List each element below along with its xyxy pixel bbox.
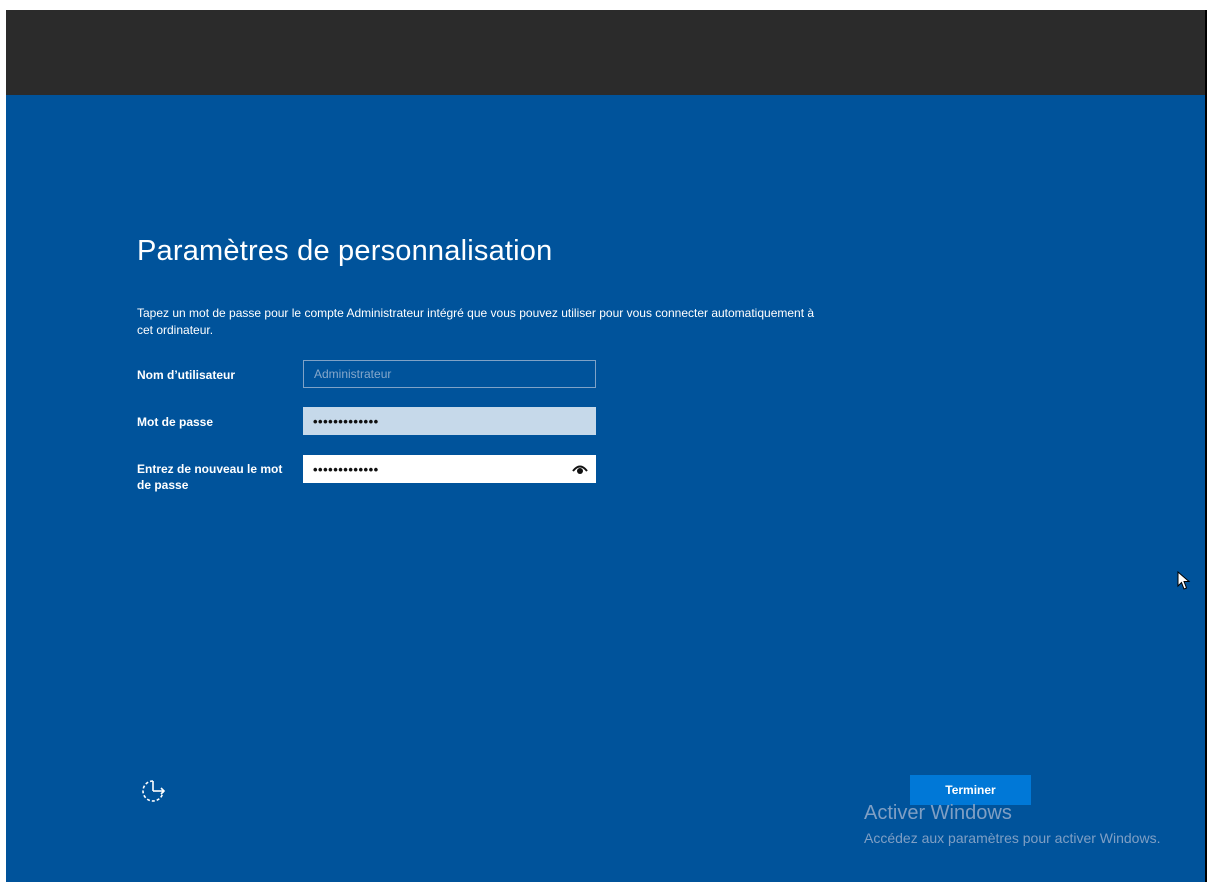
- top-bar: [6, 10, 1205, 95]
- eye-icon[interactable]: [572, 462, 588, 476]
- username-value: Administrateur: [314, 367, 392, 381]
- setup-screen: Paramètres de personnalisation Tapez un …: [6, 95, 1205, 882]
- password-value: •••••••••••••: [313, 413, 379, 429]
- confirm-password-label: Entrez de nouveau le mot de passe: [137, 462, 283, 492]
- password-label: Mot de passe: [137, 415, 214, 429]
- password-field[interactable]: •••••••••••••: [303, 407, 596, 435]
- watermark-text: Accédez aux paramètres pour activer Wind…: [864, 830, 1161, 846]
- ease-of-access-icon[interactable]: [140, 778, 166, 804]
- watermark-title: Activer Windows: [864, 802, 1012, 824]
- activation-watermark: Activer Windows Accédez aux paramètres p…: [864, 801, 1184, 849]
- username-label: Nom d’utilisateur: [137, 368, 236, 382]
- mouse-cursor-icon: [1177, 571, 1191, 590]
- page-title: Paramètres de personnalisation: [137, 235, 553, 267]
- username-field[interactable]: Administrateur: [303, 360, 596, 388]
- confirm-password-field[interactable]: •••••••••••••: [303, 455, 596, 483]
- page-description: Tapez un mot de passe pour le compte Adm…: [137, 306, 815, 337]
- confirm-password-value: •••••••••••••: [313, 461, 379, 477]
